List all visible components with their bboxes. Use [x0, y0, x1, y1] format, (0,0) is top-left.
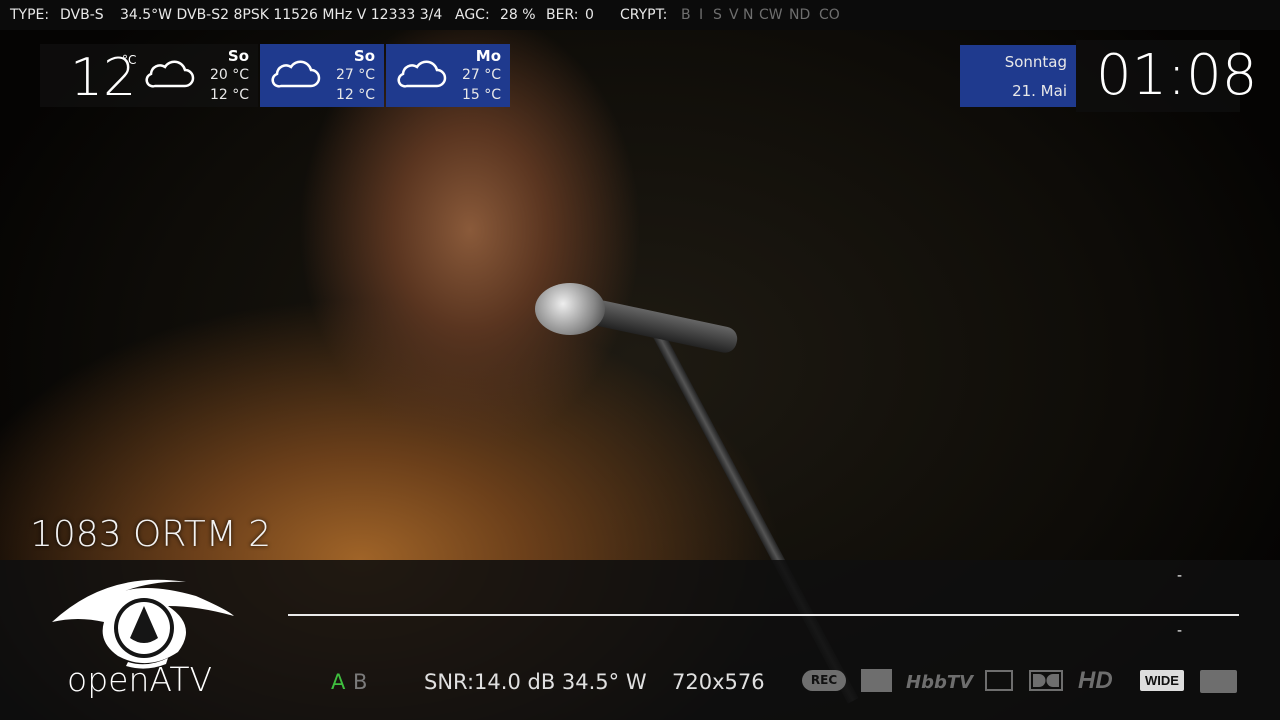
ber-label: BER: [546, 7, 579, 23]
cloud-icon [269, 59, 321, 89]
audio-track-a: A [331, 670, 346, 694]
crypt-flag-n: N [743, 7, 754, 23]
crypt-flag-nd: ND [789, 7, 811, 23]
event-next: - [1177, 623, 1183, 639]
crypt-flag-b: B [681, 7, 691, 23]
snr-info: SNR:14.0 dB 34.5° W [424, 670, 647, 694]
crypt-flag-co: CO [819, 7, 840, 23]
microphone-head [535, 283, 605, 335]
forecast-day-1: So 27 °C 12 °C [260, 44, 384, 107]
weather-current: 12 °C So 20 °C 12 °C [40, 44, 258, 108]
hbbtv-icon: HbbTV [906, 672, 974, 693]
audio-track-b: B [353, 670, 368, 694]
transponder-info: 34.5°W DVB-S2 8PSK 11526 MHz V 12333 3/4 [120, 7, 443, 23]
date: 21. Mai [1012, 82, 1067, 100]
weather-widget: 12 °C So 20 °C 12 °C So 27 °C 12 °C Mo 2… [40, 44, 510, 108]
tuner-info-bar: TYPE: DVB-S 34.5°W DVB-S2 8PSK 11526 MHz… [0, 0, 1280, 30]
date-panel: Sonntag 21. Mai [960, 45, 1076, 107]
event-progress-bar [288, 614, 1239, 616]
epg-icon [861, 669, 892, 692]
openatv-logo-text: openATV [67, 660, 213, 699]
forecast-low: 12 °C [335, 87, 375, 103]
crypt-flag-i: I [699, 7, 704, 23]
ber-value: 0 [585, 7, 594, 23]
forecast-high: 27 °C [335, 67, 375, 83]
today-high: 20 °C [209, 67, 249, 83]
agc-value: 28 % [500, 7, 536, 23]
crypt-flag-v: V [729, 7, 739, 23]
forecast-day-2: Mo 27 °C 15 °C [386, 44, 510, 107]
channel-name: 1083 ORTM 2 [30, 514, 272, 555]
type-label: TYPE: [10, 7, 50, 23]
crypt-flag-cw: CW [759, 7, 783, 23]
clock-panel: 01:08 [1076, 40, 1257, 112]
cloud-icon [143, 59, 195, 89]
clock-time: 01:08 [1096, 43, 1258, 108]
wide-icon: WIDE [1140, 670, 1184, 691]
crypt-label: CRYPT: [620, 7, 668, 23]
rec-label: REC [810, 673, 838, 687]
forecast-day-label: So [353, 47, 375, 65]
forecast-low: 15 °C [461, 87, 501, 103]
forecast-high: 27 °C [461, 67, 501, 83]
event-now: - [1177, 568, 1183, 584]
today-low: 12 °C [209, 87, 249, 103]
cloud-icon [395, 59, 447, 89]
today-day: So [227, 47, 249, 65]
rec-icon: REC [802, 670, 846, 691]
video-resolution: 720x576 [672, 670, 765, 694]
dolby-icon [1029, 670, 1063, 691]
forecast-day-label: Mo [475, 47, 501, 65]
crypt-flag-s: S [713, 7, 722, 23]
type-value: DVB-S [60, 7, 104, 23]
temperature-unit: °C [122, 53, 137, 67]
subtitle-icon [1200, 670, 1237, 693]
agc-label: AGC: [455, 7, 490, 23]
weekday: Sonntag [1004, 53, 1067, 71]
hd-icon: HD [1078, 667, 1113, 694]
teletext-icon [985, 670, 1013, 691]
